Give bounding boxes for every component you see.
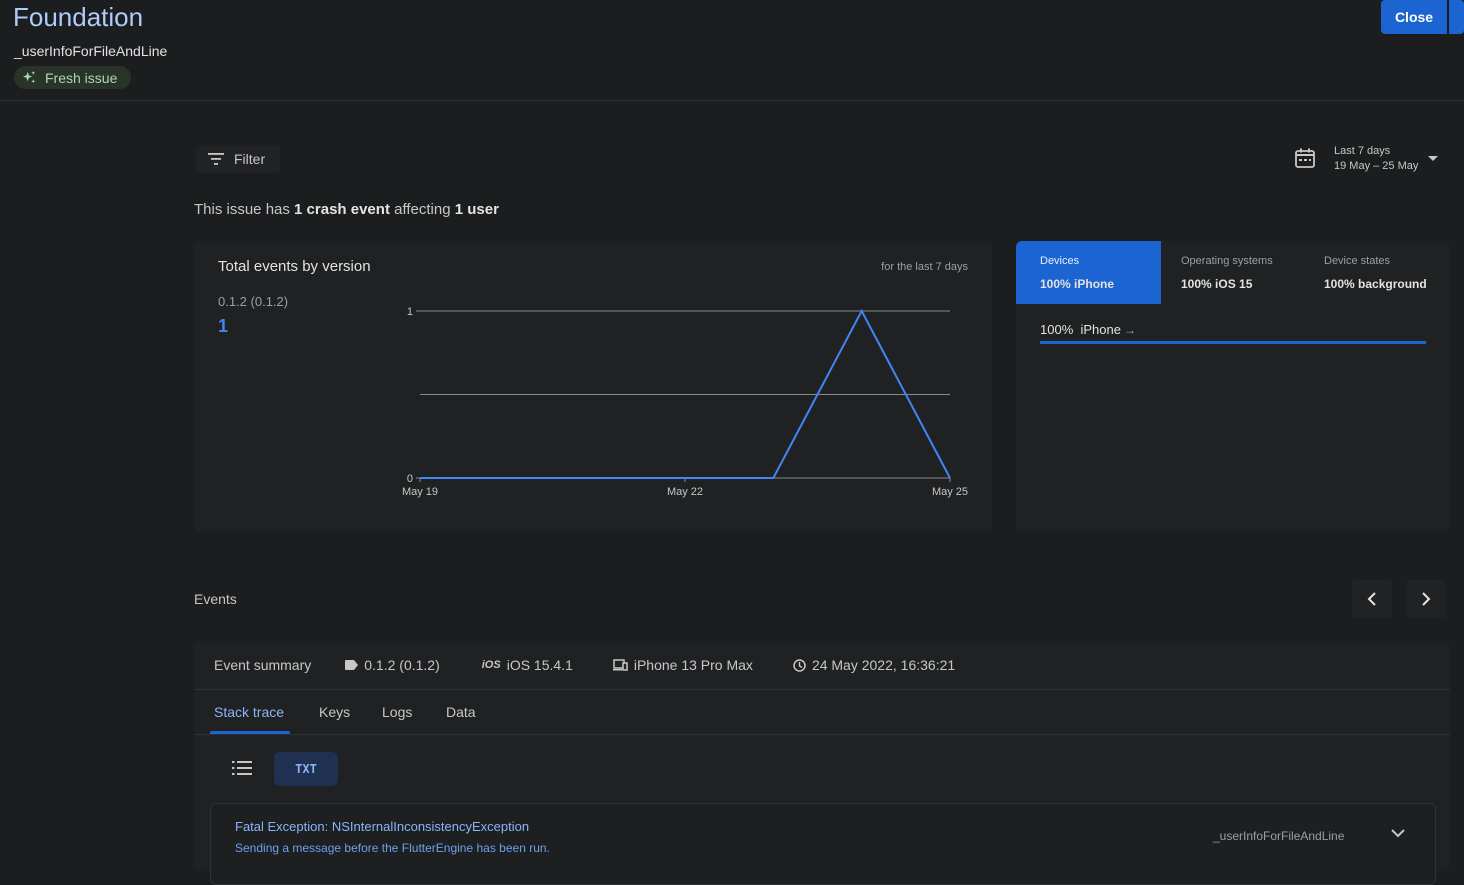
dropdown-arrow-icon	[1428, 155, 1439, 161]
txt-view-button[interactable]: TXT	[274, 752, 338, 786]
tab-devices[interactable]: Devices 100% iPhone	[1016, 241, 1161, 304]
tab-heading: Operating systems	[1181, 255, 1273, 267]
event-tabs: Stack trace Keys Logs Data	[194, 690, 1450, 735]
crash-count: 1 crash event	[294, 201, 390, 218]
event-device-value: iPhone 13 Pro Max	[633, 657, 753, 673]
fresh-issue-label: Fresh issue	[45, 69, 118, 86]
event-summary-bar: Event summary 0.1.2 (0.1.2) iOS iOS 15.4…	[194, 641, 1450, 690]
next-event-button[interactable]	[1406, 580, 1446, 618]
version-label: 0.1.2 (0.1.2)	[218, 294, 289, 309]
event-summary-label: Event summary	[214, 657, 312, 673]
chart-range-note: for the last 7 days	[881, 261, 968, 273]
event-timestamp: 24 May 2022, 16:36:21	[793, 657, 955, 673]
tab-keys[interactable]: Keys	[319, 704, 350, 720]
chart-title: Total events by version	[218, 258, 371, 275]
chevron-left-icon	[1367, 592, 1376, 606]
active-tab-indicator	[210, 731, 290, 734]
event-os-value: iOS 15.4.1	[506, 657, 573, 673]
event-version-value: 0.1.2 (0.1.2)	[364, 657, 440, 673]
issue-summary: This issue has 1 crash event affecting 1…	[194, 201, 499, 218]
device-row-iphone[interactable]: 100% iPhone →	[1040, 322, 1136, 337]
sparkle-icon	[22, 70, 36, 84]
exception-message: Sending a message before the FlutterEngi…	[235, 841, 550, 855]
arrow-right-icon: →	[1123, 323, 1136, 337]
header-divider	[0, 100, 1464, 101]
clock-icon	[793, 658, 806, 672]
device-name: iPhone	[1080, 322, 1121, 337]
close-button[interactable]: Close	[1381, 0, 1447, 34]
events-line-chart: 1 0May 19 May 22 May 25	[402, 306, 968, 498]
tab-operating-systems[interactable]: Operating systems 100% iOS 15	[1157, 241, 1302, 304]
event-os: iOS iOS 15.4.1	[482, 657, 573, 673]
close-dropdown-button[interactable]	[1449, 0, 1464, 34]
date-range-value: 19 May – 25 May	[1334, 159, 1419, 172]
chevron-down-icon[interactable]	[1391, 828, 1405, 838]
event-detail-card: Event summary 0.1.2 (0.1.2) iOS iOS 15.4…	[194, 641, 1450, 885]
filter-button[interactable]: Filter	[196, 145, 280, 173]
list-view-icon[interactable]	[232, 760, 252, 776]
page-title: Foundation	[13, 2, 144, 32]
date-range-picker[interactable]: Last 7 days 19 May – 25 May	[1294, 138, 1439, 178]
previous-event-button[interactable]	[1352, 580, 1392, 618]
y-tick-label: 0	[407, 473, 413, 485]
fresh-issue-badge: Fresh issue	[14, 66, 132, 89]
tab-heading: Devices	[1040, 255, 1080, 267]
exception-card[interactable]: Fatal Exception: NSInternalInconsistency…	[210, 803, 1436, 885]
x-tick-label: May 19	[402, 486, 438, 498]
events-by-version-card: Total events by version for the last 7 d…	[194, 241, 992, 532]
ios-icon: iOS	[481, 659, 501, 671]
tab-value: 100% iOS 15	[1181, 277, 1253, 291]
chevron-right-icon	[1422, 592, 1431, 606]
event-device: iPhone 13 Pro Max	[612, 657, 753, 673]
tab-data[interactable]: Data	[446, 704, 476, 720]
event-timestamp-value: 24 May 2022, 16:36:21	[811, 657, 956, 673]
exception-source: _userInfoForFileAndLine	[1213, 829, 1345, 843]
tag-icon	[345, 660, 359, 670]
version-count: 1	[218, 316, 229, 336]
device-breakdown-card: Devices 100% iPhone Operating systems 10…	[1016, 241, 1450, 532]
exception-title[interactable]: Fatal Exception: NSInternalInconsistency…	[235, 819, 529, 834]
tab-heading: Device states	[1324, 255, 1391, 267]
y-tick-label: 1	[407, 306, 413, 318]
date-range-label: Last 7 days	[1334, 144, 1391, 157]
filter-label: Filter	[234, 151, 266, 167]
x-tick-label: May 25	[932, 486, 968, 498]
tab-device-states[interactable]: Device states 100% background	[1300, 241, 1450, 304]
events-heading: Events	[194, 591, 237, 607]
device-icon	[612, 659, 628, 671]
device-percent: 100%	[1040, 322, 1074, 337]
x-tick-label: May 22	[667, 486, 703, 498]
tab-value: 100% background	[1324, 277, 1427, 291]
event-version: 0.1.2 (0.1.2)	[345, 657, 440, 673]
summary-prefix: This issue has	[194, 201, 290, 218]
calendar-icon	[1295, 148, 1315, 168]
filter-icon	[208, 153, 224, 165]
tab-logs[interactable]: Logs	[382, 704, 412, 720]
issue-subtitle: _userInfoForFileAndLine	[14, 43, 168, 59]
user-count: 1 user	[454, 201, 499, 218]
summary-middle: affecting	[394, 201, 451, 218]
device-share-bar	[1040, 341, 1426, 344]
tab-value: 100% iPhone	[1040, 277, 1115, 291]
tab-stack-trace[interactable]: Stack trace	[214, 704, 284, 720]
